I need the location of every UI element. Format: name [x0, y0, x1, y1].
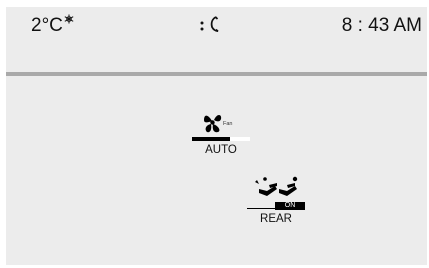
status-icons	[200, 16, 219, 38]
rear-label: REAR	[260, 213, 292, 225]
outside-temperature: 2°C	[31, 14, 74, 37]
rear-status-badge: ON	[275, 202, 305, 210]
snowflake-icon	[64, 14, 74, 27]
fan-mode-label: AUTO	[205, 144, 237, 156]
header-divider	[6, 72, 427, 76]
fan-speed-text: Fan	[223, 121, 232, 127]
temperature-value: 2°C	[31, 15, 63, 36]
rear-seat-heat-icon	[253, 175, 307, 204]
fan-control[interactable]: Fan AUTO	[192, 111, 252, 161]
fan-icon: Fan	[203, 111, 237, 140]
phone-icon[interactable]	[210, 16, 219, 38]
status-bar: 2°C 8: 43 AM	[6, 7, 427, 41]
display-screen: 2°C 8: 43 AM Fan AUTO ON REAR	[6, 7, 427, 265]
clock-time: 8 : 43 AM	[341, 15, 422, 36]
fan-speed-fill	[192, 137, 230, 141]
signal-dots-icon	[200, 16, 204, 38]
fan-speed-bar	[192, 137, 250, 141]
rear-seat-control[interactable]: ON REAR	[247, 175, 307, 235]
